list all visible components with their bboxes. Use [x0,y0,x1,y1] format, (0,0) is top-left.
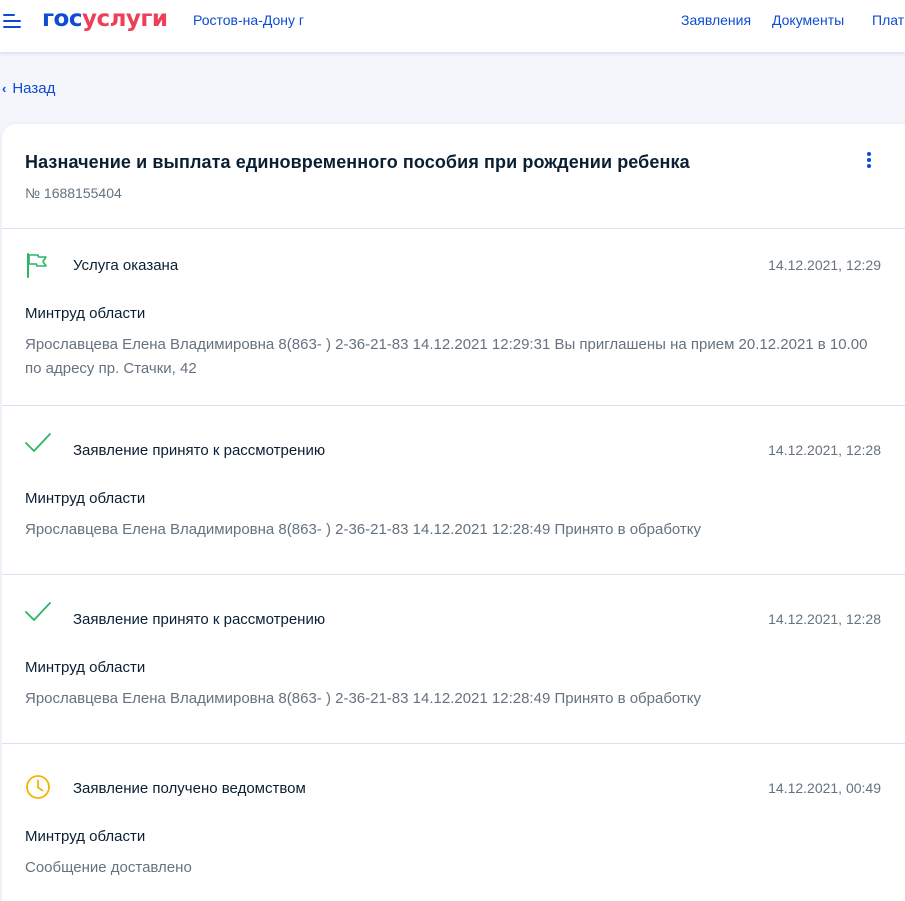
divider [2,743,905,744]
more-options-icon[interactable] [866,152,872,170]
event-status: Заявление принято к рассмотрению [73,442,326,459]
event-status: Услуга оказана [73,257,179,274]
nav-documents[interactable]: Документы [772,12,844,28]
top-header: госуслуги Ростов-на-Дону г Заявления Док… [0,0,905,52]
divider [2,228,905,229]
event-status: Заявление принято к рассмотрению [73,611,326,628]
back-label: Назад [12,80,56,97]
application-number: № 1688155404 [25,185,122,201]
logo-part-gos: гос [42,6,82,32]
event-organization: Минтруд области [25,490,146,507]
event-organization: Минтруд области [25,828,146,845]
application-card: Назначение и выплата единовременного пос… [2,124,905,901]
event-organization: Минтруд области [25,305,146,322]
nav-applications[interactable]: Заявления [681,12,751,28]
application-title: Назначение и выплата единовременного пос… [25,152,690,172]
clock-icon [25,774,51,800]
divider [2,405,905,406]
event-message: Ярославцева Елена Владимировна 8(863- ) … [25,521,702,538]
event-status: Заявление получено ведомством [73,780,306,797]
gosuslugi-logo[interactable]: госуслуги [42,6,168,32]
nav-payments[interactable]: Плат [872,12,904,28]
event-date: 14.12.2021, 00:49 [768,780,881,796]
event-message: Сообщение доставлено [25,859,192,876]
event-message: Ярославцева Елена Владимировна 8(863- ) … [25,336,868,377]
logo-part-uslugi: услуги [81,6,168,32]
event-date: 14.12.2021, 12:28 [768,611,881,627]
event-message: Ярославцева Елена Владимировна 8(863- ) … [25,690,702,707]
event-date: 14.12.2021, 12:28 [768,442,881,458]
event-organization: Минтруд области [25,659,146,676]
flag-icon [25,252,51,278]
event-date: 14.12.2021, 12:29 [768,257,881,273]
region-selector[interactable]: Ростов-на-Дону г [193,12,304,28]
divider [2,574,905,575]
chevron-left-icon: ‹ [2,81,7,96]
check-icon [25,432,51,458]
menu-icon[interactable] [3,13,23,29]
back-link[interactable]: ‹ Назад [2,80,55,97]
check-icon [25,601,51,627]
